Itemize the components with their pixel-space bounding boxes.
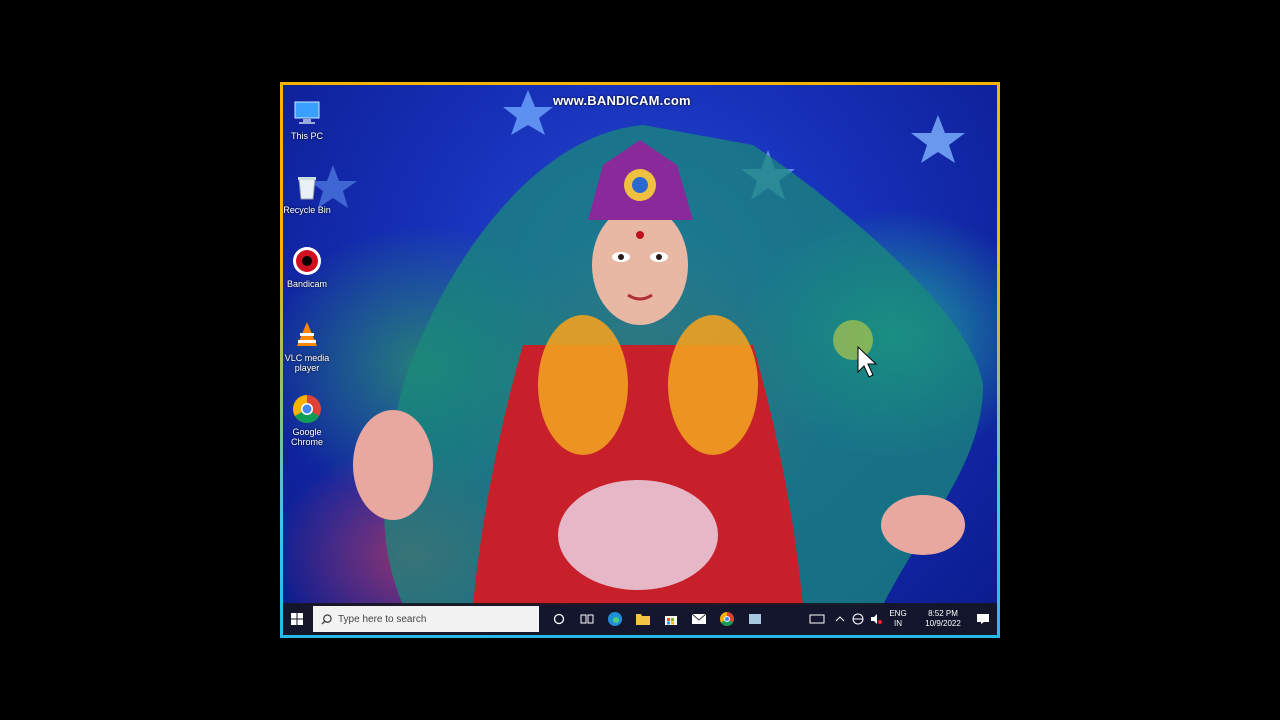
desktop-icon-bandicam[interactable]: Bandicam <box>283 245 331 315</box>
mail-icon <box>691 613 707 624</box>
desktop-icon-label: This PC <box>290 131 323 141</box>
notification-icon <box>977 614 989 624</box>
desktop-icon-chrome[interactable]: Google Chrome <box>283 393 331 463</box>
start-button[interactable] <box>283 603 311 635</box>
chevron-up-icon <box>835 616 845 622</box>
store-icon <box>665 616 677 625</box>
notifications-button[interactable] <box>969 603 997 635</box>
desktop[interactable]: www.BANDICAM.com This PC Recycle Bin Ban… <box>283 85 997 635</box>
desktop-icon-label: VLC media player <box>284 353 330 373</box>
bandicam-icon <box>291 245 323 277</box>
cursor-highlight <box>833 320 873 360</box>
bandicam-watermark: www.BANDICAM.com <box>553 93 691 108</box>
taskbar-edge[interactable] <box>601 603 629 635</box>
star-shape <box>503 90 553 135</box>
clock-time: 8:52 PM <box>928 609 958 618</box>
taskbar-file-explorer[interactable] <box>629 603 657 635</box>
show-hidden-icons-button[interactable] <box>831 603 849 635</box>
taskbar-store[interactable] <box>657 603 685 635</box>
cortana-icon <box>553 613 565 625</box>
language-bottom: IN <box>894 619 902 628</box>
task-view-icon <box>580 614 594 624</box>
face-shape <box>592 205 688 325</box>
star-shape <box>911 115 965 163</box>
desktop-icon-label: Google Chrome <box>290 427 323 447</box>
recycle-bin-icon <box>291 171 323 203</box>
vlc-icon <box>291 319 323 351</box>
desktop-icon-this-pc[interactable]: This PC <box>283 97 331 167</box>
language-indicator[interactable]: ENG IN <box>885 609 911 629</box>
chrome-icon <box>720 612 734 626</box>
garland-shape <box>558 480 718 590</box>
clock-date: 10/9/2022 <box>925 619 961 628</box>
taskbar-chrome[interactable] <box>713 603 741 635</box>
globe-icon <box>852 613 864 625</box>
windows-icon <box>291 613 303 625</box>
file-explorer-icon <box>636 614 650 625</box>
speaker-muted-icon <box>871 614 882 624</box>
chrome-icon <box>291 393 323 425</box>
garland-shape <box>668 315 758 455</box>
task-view-button[interactable] <box>573 603 601 635</box>
search-box[interactable]: Type here to search <box>313 606 539 632</box>
hand-shape <box>353 410 433 520</box>
app-icon <box>749 614 761 624</box>
this-pc-icon <box>291 97 323 129</box>
keyboard-icon <box>809 614 825 624</box>
hand-shape <box>881 495 965 555</box>
taskbar-mail[interactable] <box>685 603 713 635</box>
desktop-icons: This PC Recycle Bin Bandicam VLC media p… <box>283 93 331 463</box>
cortana-button[interactable] <box>545 603 573 635</box>
system-tray: ENG IN 8:52 PM 10/9/2022 <box>803 603 997 635</box>
bindi-shape <box>636 231 644 239</box>
desktop-icon-vlc[interactable]: VLC media player <box>283 319 331 389</box>
search-placeholder: Type here to search <box>338 613 427 625</box>
volume-button[interactable] <box>867 603 885 635</box>
taskbar: Type here to search ENG IN 8:52 PM 10/9/… <box>283 603 997 635</box>
language-top: ENG <box>889 609 907 618</box>
search-icon <box>321 613 332 625</box>
desktop-icon-recycle-bin[interactable]: Recycle Bin <box>283 171 331 241</box>
keyboard-button[interactable] <box>803 603 831 635</box>
network-button[interactable] <box>849 603 867 635</box>
garland-shape <box>538 315 628 455</box>
edge-icon <box>608 612 622 626</box>
clock[interactable]: 8:52 PM 10/9/2022 <box>917 609 969 629</box>
desktop-icon-label: Recycle Bin <box>283 205 331 215</box>
desktop-icon-label: Bandicam <box>286 279 328 289</box>
wallpaper-image <box>309 90 983 605</box>
screen-frame: www.BANDICAM.com This PC Recycle Bin Ban… <box>280 82 1000 638</box>
taskbar-app[interactable] <box>741 603 769 635</box>
